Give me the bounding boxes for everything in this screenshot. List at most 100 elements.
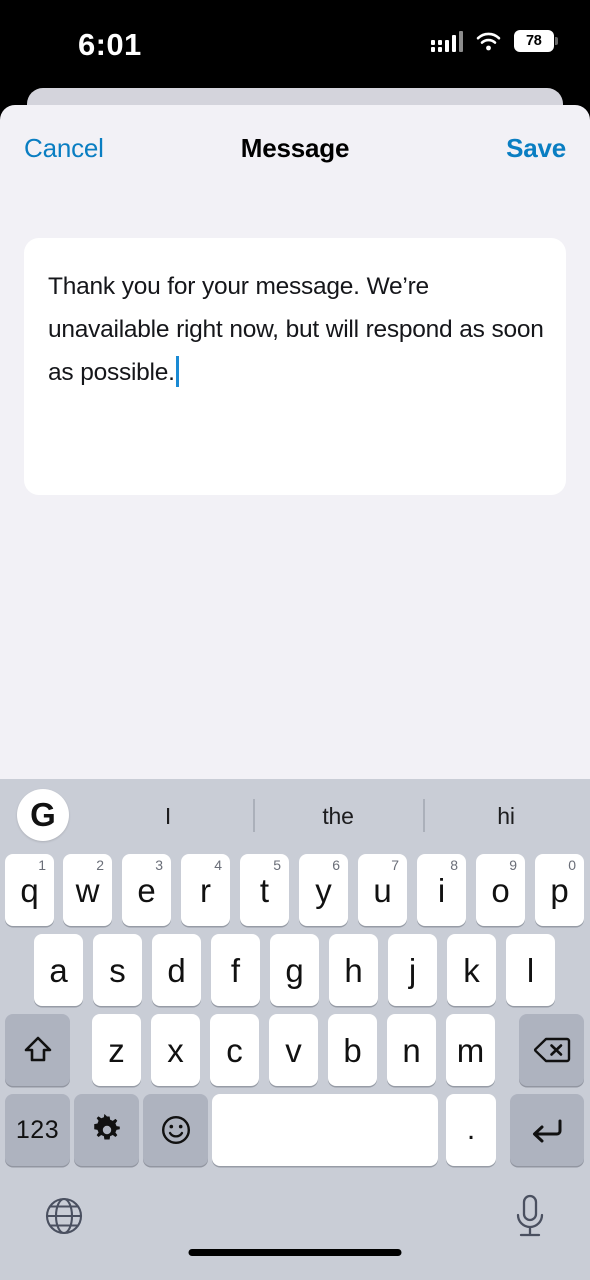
key-s[interactable]: s [93,934,142,1006]
enter-key[interactable] [510,1094,584,1166]
key-number: 7 [391,857,399,873]
shift-icon [23,1035,53,1065]
key-label: j [408,951,417,989]
key-label: d [167,951,186,989]
page-title: Message [240,133,350,163]
key-r[interactable]: r4 [181,854,230,926]
key-b[interactable]: b [328,1014,377,1086]
suggestion-item-1[interactable]: I [108,803,228,830]
shift-key[interactable] [5,1014,70,1086]
key-f[interactable]: f [211,934,260,1006]
key-v[interactable]: v [269,1014,318,1086]
key-o[interactable]: o9 [476,854,525,926]
key-label: f [230,951,241,989]
battery-icon: 78 [514,30,558,52]
key-u[interactable]: u7 [358,854,407,926]
gboard-logo-icon[interactable]: G [17,789,69,841]
backspace-key[interactable] [519,1014,584,1086]
period-key[interactable]: . [446,1094,496,1166]
key-label: s [109,951,126,989]
period-key-label: . [466,1113,476,1146]
key-e[interactable]: e3 [122,854,171,926]
key-label: u [373,871,392,909]
numeric-key[interactable]: 123 [5,1094,70,1166]
key-label: e [137,871,156,909]
emoji-key[interactable] [143,1094,208,1166]
key-d[interactable]: d [152,934,201,1006]
key-q[interactable]: q1 [5,854,54,926]
key-label: m [456,1031,485,1069]
key-label: g [285,951,304,989]
language-key[interactable] [40,1192,88,1240]
settings-key[interactable] [74,1094,139,1166]
keyboard-row-3: z x c v b n m [0,1014,590,1086]
backspace-icon [533,1036,571,1064]
key-number: 4 [214,857,222,873]
gear-icon [91,1114,123,1146]
key-number: 9 [509,857,517,873]
save-button[interactable]: Save [506,133,566,164]
key-number: 1 [38,857,46,873]
signal-bars-icon [430,30,463,52]
key-k[interactable]: k [447,934,496,1006]
battery-percent: 78 [526,33,542,49]
key-label: o [491,871,510,909]
message-textarea[interactable]: Thank you for your message. We’re unavai… [48,265,544,394]
key-c[interactable]: c [210,1014,259,1086]
key-h[interactable]: h [329,934,378,1006]
key-n[interactable]: n [387,1014,436,1086]
space-key[interactable] [212,1094,438,1166]
key-number: 2 [96,857,104,873]
on-screen-keyboard: G I the hi q1 w2 e3 r4 t5 y6 u7 i8 o9 p0… [0,779,590,1280]
voice-input-key[interactable] [510,1192,550,1244]
emoji-icon [160,1114,192,1146]
microphone-icon [510,1192,550,1244]
suggestion-bar: G I the hi [0,779,590,850]
key-y[interactable]: y6 [299,854,348,926]
key-label: v [285,1031,302,1069]
key-label: q [20,871,39,909]
key-label: a [49,951,68,989]
message-input-card[interactable]: Thank you for your message. We’re unavai… [24,238,566,495]
suggestion-divider-2 [423,799,425,832]
key-t[interactable]: t5 [240,854,289,926]
key-l[interactable]: l [506,934,555,1006]
key-label: w [75,871,100,909]
key-z[interactable]: z [92,1014,141,1086]
key-number: 5 [273,857,281,873]
home-indicator[interactable] [188,1249,402,1256]
text-caret [175,356,179,387]
key-label: k [463,951,480,989]
key-label: n [402,1031,421,1069]
enter-icon [529,1115,565,1145]
navigation-bar: Cancel Message Save [0,105,590,193]
suggestion-item-2[interactable]: the [278,803,398,830]
status-bar-icons: 78 [430,30,558,52]
key-label: b [343,1031,362,1069]
key-label: i [437,871,446,909]
suggestion-item-3[interactable]: hi [446,803,566,830]
keyboard-row-4: 123 . [0,1094,590,1166]
key-g[interactable]: g [270,934,319,1006]
key-m[interactable]: m [446,1014,495,1086]
key-label: p [550,871,569,909]
key-label: l [526,951,535,989]
key-number: 6 [332,857,340,873]
key-number: 0 [568,857,576,873]
keyboard-row-2: a s d f g h j k l [0,934,590,1006]
key-label: r [200,871,211,909]
suggestion-divider-1 [253,799,255,832]
message-text: Thank you for your message. We’re unavai… [48,273,544,386]
wifi-icon [476,32,501,51]
key-i[interactable]: i8 [417,854,466,926]
key-x[interactable]: x [151,1014,200,1086]
key-a[interactable]: a [34,934,83,1006]
key-number: 3 [155,857,163,873]
key-label: c [226,1031,243,1069]
key-j[interactable]: j [388,934,437,1006]
key-w[interactable]: w2 [63,854,112,926]
status-bar-clock: 6:01 [78,27,142,62]
gboard-logo-letter: G [30,795,56,833]
key-p[interactable]: p0 [535,854,584,926]
key-number: 8 [450,857,458,873]
